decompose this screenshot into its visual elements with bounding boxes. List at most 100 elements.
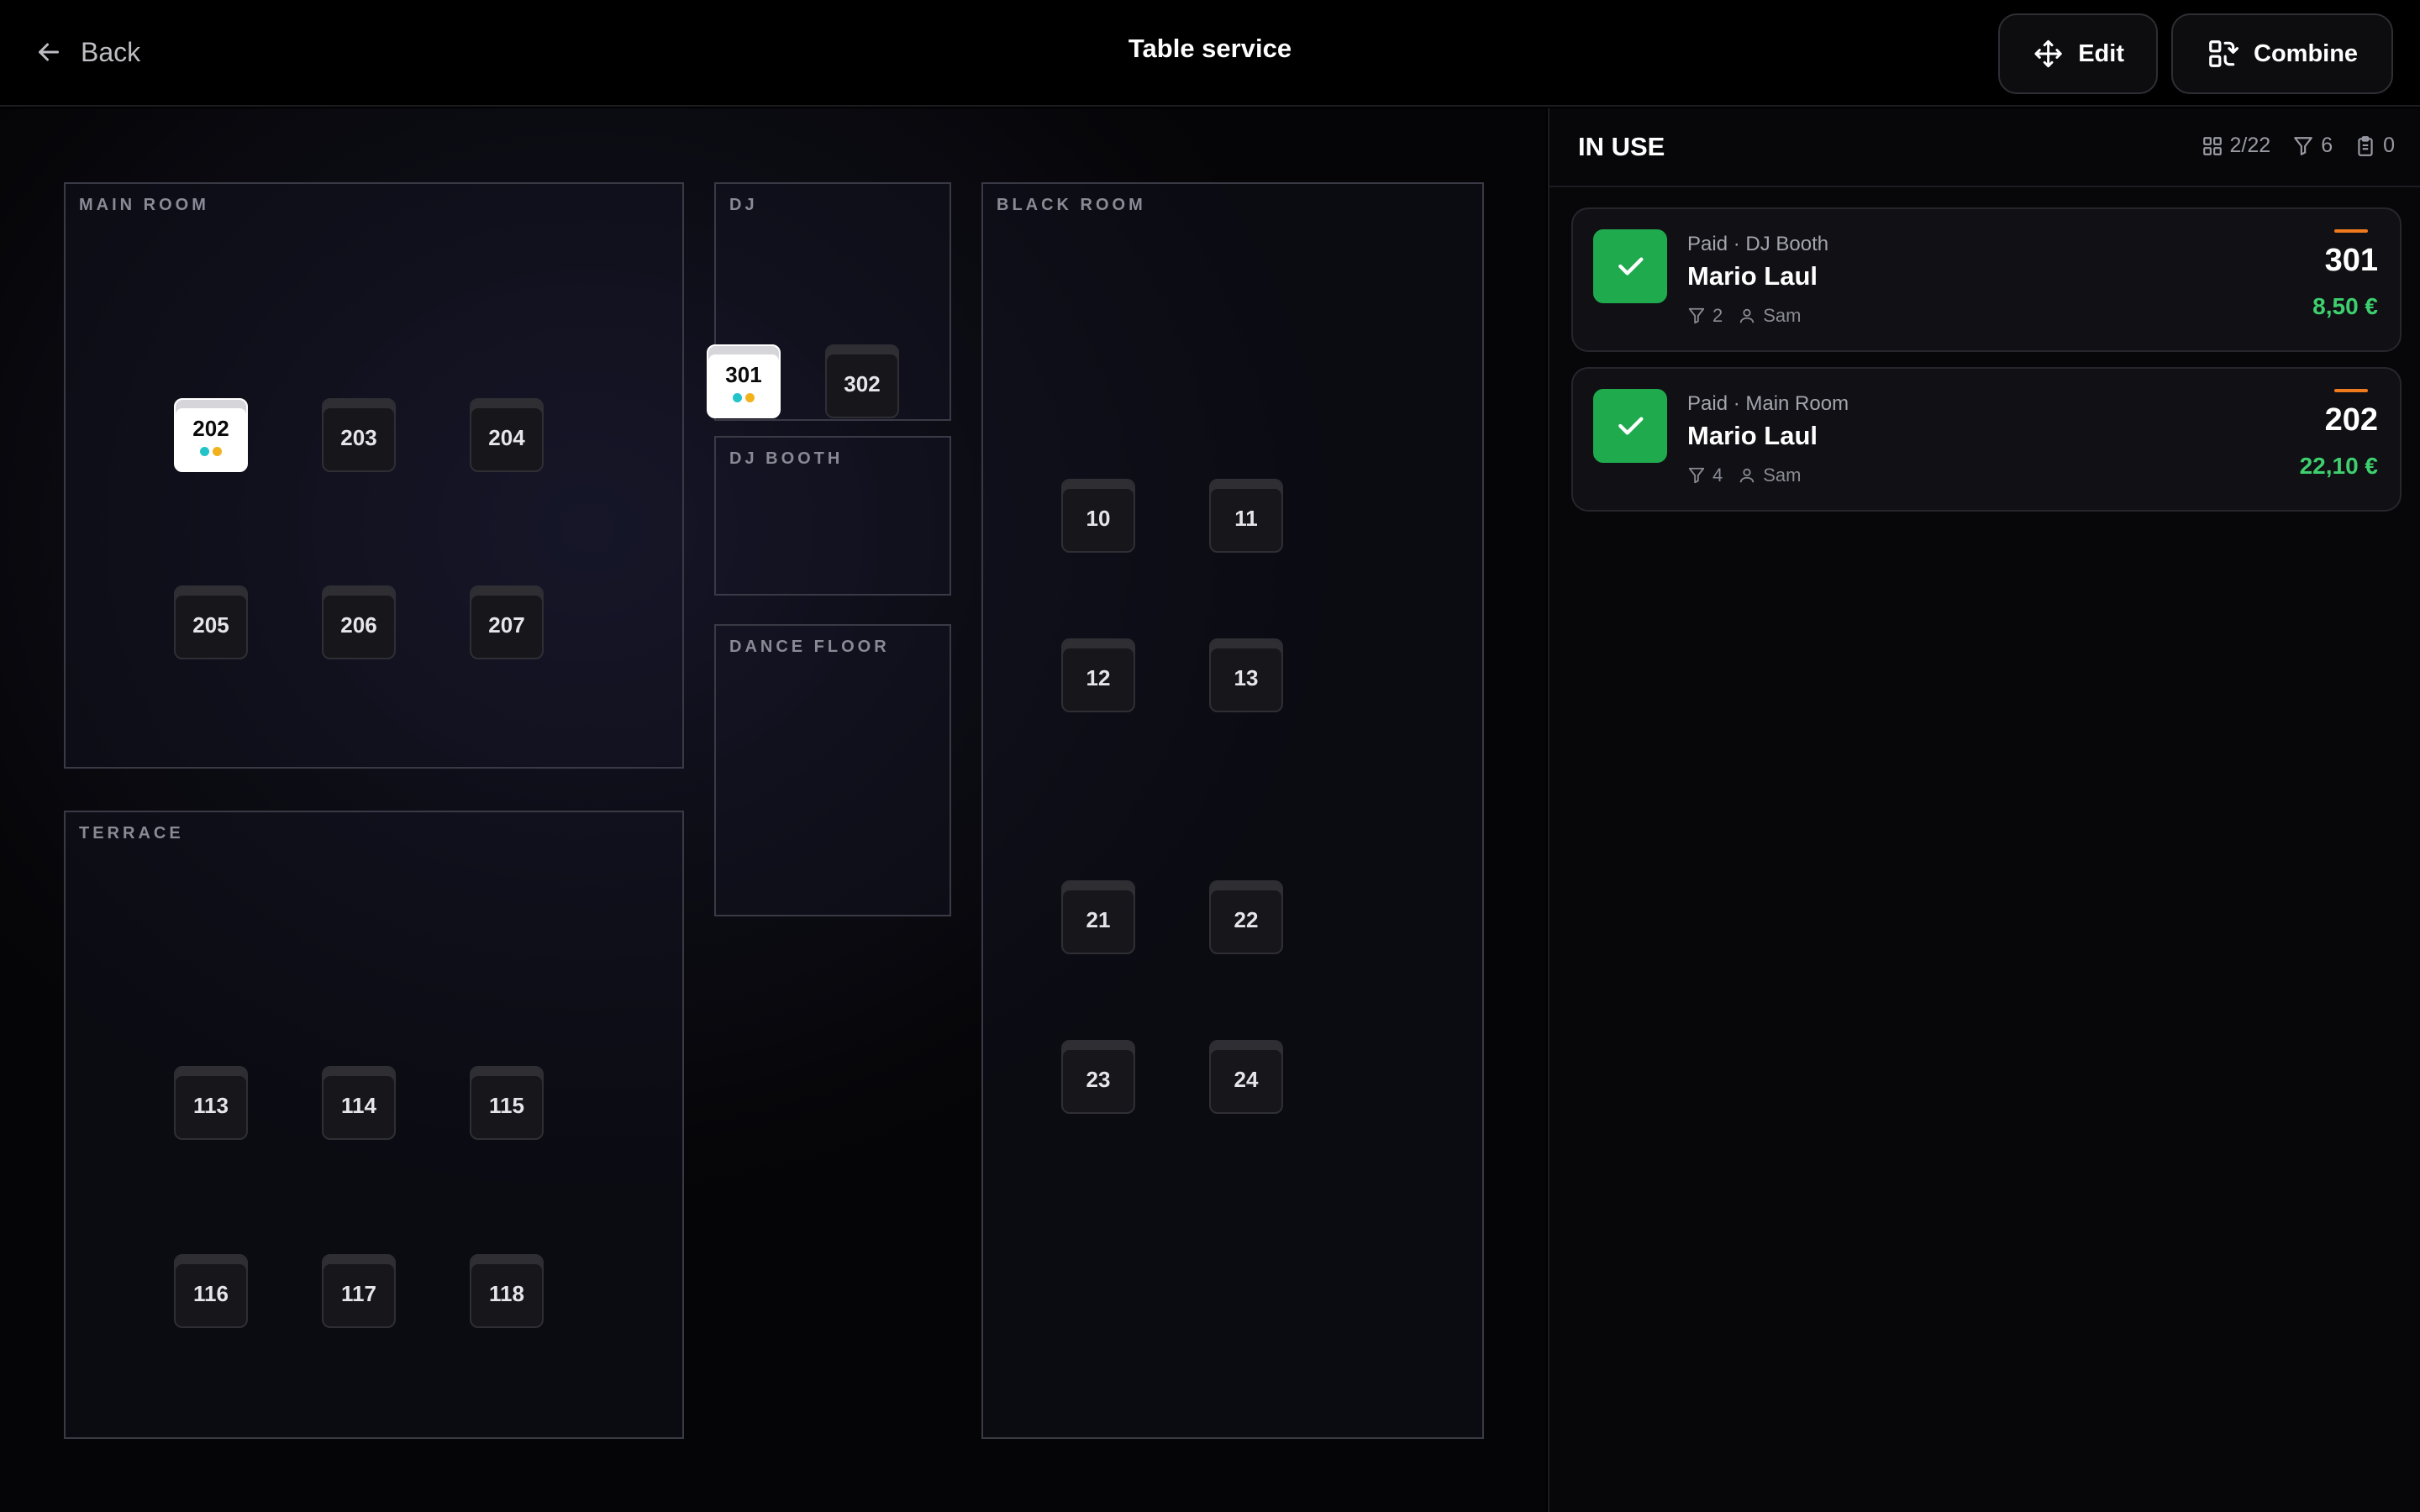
clipboard-icon (2358, 135, 2373, 156)
table-11[interactable]: 11 (1209, 479, 1283, 553)
paid-status (1593, 229, 1667, 303)
customer-name: Mario Laul (1687, 261, 1818, 291)
table-22[interactable]: 22 (1209, 880, 1283, 954)
room-dance-floor[interactable]: DANCE FLOOR (714, 624, 951, 916)
combine-button[interactable]: Combine (2171, 13, 2393, 94)
table-206[interactable]: 206 (322, 585, 396, 659)
guest-count-value: 2 (1712, 305, 1723, 326)
table-number: 302 (844, 370, 881, 396)
order-table-number: 202 (2324, 402, 2378, 438)
indicator-dot (213, 447, 222, 456)
table-number: 13 (1234, 664, 1259, 690)
accent-bar (2334, 229, 2368, 233)
room-dj-booth[interactable]: DJ BOOTH (714, 436, 951, 596)
table-number: 22 (1234, 906, 1259, 932)
table-number: 24 (1234, 1066, 1259, 1092)
table-21[interactable]: 21 (1061, 880, 1135, 954)
table-number: 301 (725, 362, 762, 387)
move-icon (2034, 39, 2062, 68)
grid-icon (2202, 136, 2222, 155)
indicator-dot (733, 393, 742, 402)
table-24[interactable]: 24 (1209, 1040, 1283, 1114)
combine-icon (2209, 40, 2238, 67)
glass-icon (1688, 307, 1705, 324)
order-card[interactable]: Paid · Main Room Mario Laul 4 Sam 202 22… (1571, 367, 2402, 512)
glass-icon (2294, 136, 2313, 155)
table-number: 115 (489, 1092, 524, 1118)
room-label: TERRACE (79, 824, 184, 843)
table-number: 118 (489, 1280, 524, 1306)
table-number: 11 (1234, 505, 1258, 531)
guests-stat: 6 (2292, 134, 2333, 158)
edit-button[interactable]: Edit (1998, 13, 2158, 94)
table-302[interactable]: 302 (825, 344, 899, 418)
person-icon (1740, 468, 1754, 483)
table-indicators (733, 393, 755, 402)
guest-count: 2 (1687, 305, 1723, 327)
table-116[interactable]: 116 (174, 1254, 248, 1328)
room-label: DJ (729, 196, 758, 214)
table-number: 114 (341, 1092, 376, 1118)
order-meta: 4 Sam (1687, 465, 1802, 486)
table-indicators (200, 447, 222, 456)
table-number: 207 (488, 612, 525, 638)
in-use-panel: IN USE 2/22 6 0 Paid · DJ Booth Mario La… (1548, 108, 2420, 1512)
table-number: 113 (193, 1092, 229, 1118)
order-table-number: 301 (2324, 243, 2378, 278)
tables-stat: 2/22 (2202, 134, 2270, 158)
person-icon (1740, 308, 1754, 323)
guest-count: 4 (1687, 465, 1723, 486)
accent-bar (2334, 389, 2368, 392)
table-205[interactable]: 205 (174, 585, 248, 659)
table-115[interactable]: 115 (470, 1066, 544, 1140)
table-12[interactable]: 12 (1061, 638, 1135, 712)
table-203[interactable]: 203 (322, 398, 396, 472)
table-10[interactable]: 10 (1061, 479, 1135, 553)
table-number: 203 (340, 424, 377, 450)
back-button[interactable]: Back (34, 30, 140, 74)
table-118[interactable]: 118 (470, 1254, 544, 1328)
guest-count-value: 4 (1712, 465, 1723, 486)
floor-plan: MAIN ROOM DJ DJ BOOTH DANCE FLOOR BLACK … (0, 108, 1546, 1512)
edit-label: Edit (2078, 39, 2124, 67)
table-number: 21 (1086, 906, 1111, 932)
table-13[interactable]: 13 (1209, 638, 1283, 712)
glass-icon (1688, 467, 1705, 484)
room-label: BLACK ROOM (997, 196, 1146, 214)
paid-status (1593, 389, 1667, 463)
table-301[interactable]: 301 (707, 344, 781, 418)
table-114[interactable]: 114 (322, 1066, 396, 1140)
table-number: 116 (193, 1280, 229, 1306)
table-113[interactable]: 113 (174, 1066, 248, 1140)
table-23[interactable]: 23 (1061, 1040, 1135, 1114)
orders-stat-value: 0 (2383, 134, 2395, 157)
table-207[interactable]: 207 (470, 585, 544, 659)
waiter-name: Sam (1763, 465, 1802, 486)
table-number: 10 (1086, 505, 1111, 531)
arrow-left-icon (39, 43, 59, 61)
room-black-room[interactable]: BLACK ROOM (981, 182, 1484, 1439)
indicator-dot (200, 447, 209, 456)
waiter-name: Sam (1763, 305, 1802, 326)
table-204[interactable]: 204 (470, 398, 544, 472)
table-117[interactable]: 117 (322, 1254, 396, 1328)
combine-label: Combine (2254, 39, 2359, 67)
back-label: Back (81, 36, 141, 67)
table-number: 12 (1086, 664, 1111, 690)
waiter: Sam (1738, 305, 1802, 327)
table-number: 117 (341, 1280, 376, 1306)
orders-stat: 0 (2354, 134, 2395, 158)
panel-header: IN USE 2/22 6 0 (1549, 108, 2420, 187)
panel-title: IN USE (1578, 132, 1665, 161)
room-main-room[interactable]: MAIN ROOM (64, 182, 684, 769)
waiter: Sam (1738, 465, 1802, 486)
indicator-dot (745, 393, 755, 402)
order-card[interactable]: Paid · DJ Booth Mario Laul 2 Sam 301 8,5… (1571, 207, 2402, 352)
table-202[interactable]: 202 (174, 398, 248, 472)
order-meta: 2 Sam (1687, 305, 1802, 327)
order-status: Paid · Main Room (1687, 392, 1849, 415)
order-amount: 22,10 € (2299, 453, 2378, 479)
order-amount: 8,50 € (2312, 293, 2378, 319)
check-icon (1618, 257, 1644, 276)
top-bar: Back Table service Edit Combine (0, 0, 2420, 107)
